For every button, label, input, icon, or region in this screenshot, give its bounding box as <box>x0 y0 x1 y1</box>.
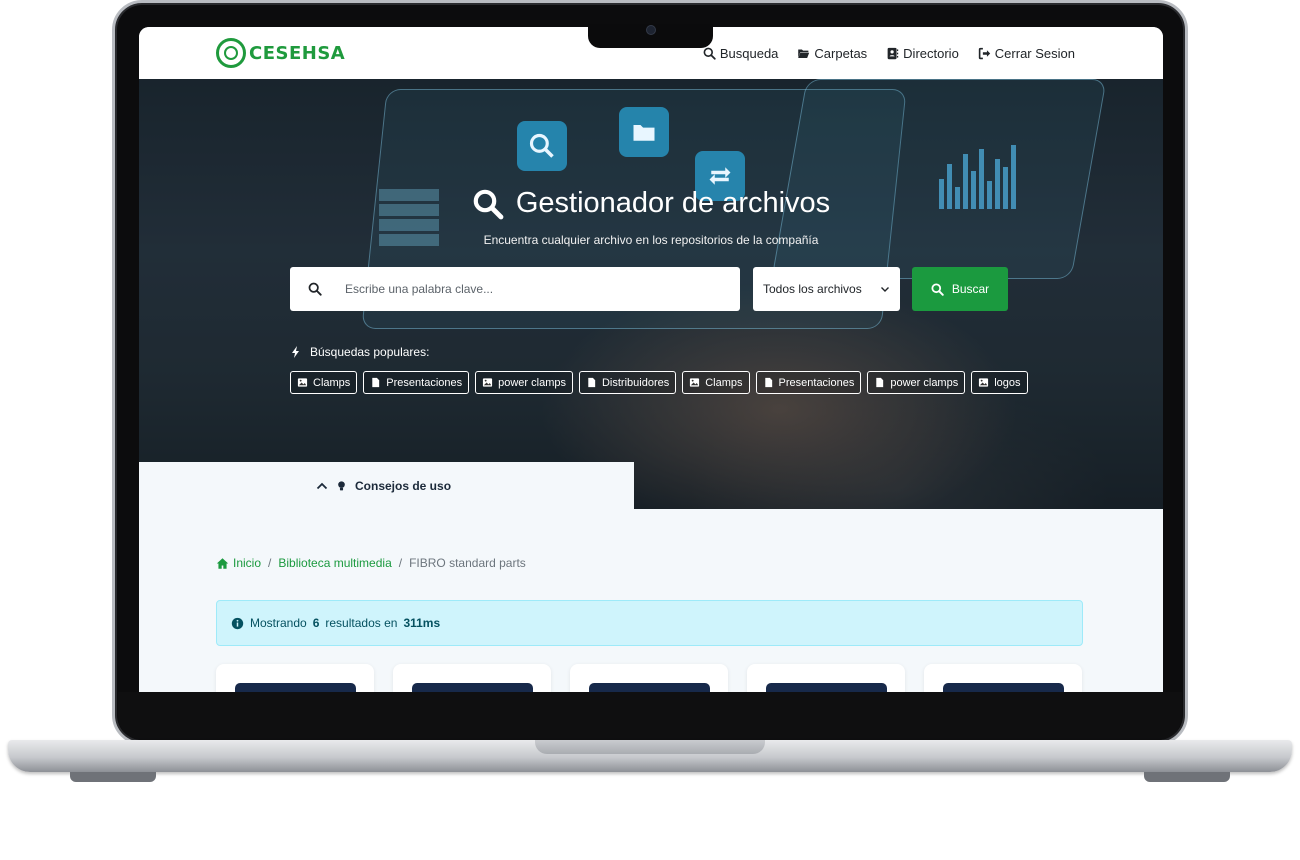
popular-chip-label: logos <box>994 376 1021 389</box>
results-middle: resultados en <box>325 616 398 630</box>
popular-chip-label: Presentaciones <box>778 376 855 389</box>
hero-banner: Gestionador de archivos Encuentra cualqu… <box>139 79 1163 509</box>
popular-searches-text: Búsquedas populares: <box>310 345 430 359</box>
result-cards <box>216 664 1082 692</box>
brand-name: CESEHSA <box>249 42 346 64</box>
result-card[interactable] <box>216 664 374 692</box>
results-prefix: Mostrando <box>250 616 307 630</box>
bolt-icon <box>292 346 299 358</box>
laptop-hinge-notch <box>535 740 765 754</box>
tips-label: Consejos de uso <box>355 478 452 493</box>
breadcrumb-separator: / <box>398 556 403 570</box>
info-circle-icon <box>231 617 244 629</box>
laptop-foot-right <box>1144 772 1230 782</box>
nav-directorio-label: Directorio <box>903 45 959 61</box>
result-card[interactable] <box>393 664 551 692</box>
popular-chips: Clamps Presentaciones power clamps Distr… <box>290 371 1028 394</box>
file-icon <box>372 377 380 388</box>
nav-cerrar-sesion-label: Cerrar Sesion <box>994 45 1075 61</box>
nav-cerrar-sesion[interactable]: Cerrar Sesion <box>978 46 1075 61</box>
popular-chip[interactable]: Clamps <box>290 371 358 394</box>
camera-icon <box>647 26 655 34</box>
hero-subtitle: Encuentra cualquier archivo en los repos… <box>483 233 819 247</box>
card-thumbnail <box>235 683 356 692</box>
search-icon <box>703 47 716 60</box>
chevron-up-icon <box>316 482 328 489</box>
laptop-mockup: CESEHSA Busqueda Carpetas Directorio Cer… <box>0 0 1300 860</box>
nav-busqueda[interactable]: Busqueda <box>703 45 779 61</box>
popular-searches-label: Búsquedas populares: <box>290 345 429 359</box>
popular-chip[interactable]: Presentaciones <box>363 371 470 394</box>
popular-chip[interactable]: Clamps <box>682 371 750 394</box>
image-icon <box>297 378 308 387</box>
address-book-icon <box>887 47 899 59</box>
result-card[interactable] <box>747 664 905 692</box>
laptop-foot-left <box>70 772 156 782</box>
file-icon <box>876 377 884 388</box>
tips-toggle[interactable]: Consejos de uso <box>139 462 634 509</box>
home-icon <box>216 557 229 569</box>
breadcrumb-separator: / <box>268 556 272 570</box>
hero-title-text: Gestionador de archivos <box>515 187 831 219</box>
popular-chip-label: Distribuidores <box>601 376 670 389</box>
hud-search-icon <box>517 121 567 171</box>
result-card[interactable] <box>924 664 1082 692</box>
nav-carpetas-label: Carpetas <box>814 45 868 61</box>
popular-chip-label: Clamps <box>705 376 743 389</box>
breadcrumb-current: FIBRO standard parts <box>409 556 526 570</box>
popular-chip-label: Presentaciones <box>386 376 463 389</box>
results-alert: Mostrando 6 resultados en 311ms <box>216 600 1083 646</box>
camera-notch <box>588 24 713 48</box>
chevron-down-icon <box>881 287 889 292</box>
card-thumbnail <box>412 683 533 692</box>
popular-chip-label: power clamps <box>890 376 959 389</box>
search-icon <box>931 282 944 296</box>
browser-screen: CESEHSA Busqueda Carpetas Directorio Cer… <box>139 27 1163 692</box>
card-thumbnail <box>589 683 710 692</box>
hud-folder-icon <box>619 107 669 157</box>
popular-chip-label: Clamps <box>313 376 351 389</box>
nav-busqueda-label: Busqueda <box>719 45 779 61</box>
popular-chip[interactable]: Presentaciones <box>755 371 862 394</box>
search-icon <box>308 282 322 296</box>
file-type-select[interactable]: Todos los archivos <box>753 267 900 311</box>
popular-chip[interactable]: power clamps <box>475 371 573 394</box>
logo-mark-icon <box>216 38 246 68</box>
file-icon <box>588 377 596 388</box>
brand-logo[interactable]: CESEHSA <box>216 38 345 68</box>
image-icon <box>483 378 493 387</box>
breadcrumb-home-label: Inicio <box>233 556 262 570</box>
image-icon <box>979 378 989 387</box>
search-box <box>290 267 740 311</box>
image-icon <box>690 378 700 387</box>
sign-out-icon <box>978 47 990 59</box>
result-card[interactable] <box>570 664 728 692</box>
laptop-bottom-bezel <box>118 692 1182 740</box>
nav-links: Busqueda Carpetas Directorio Cerrar Sesi… <box>703 27 1075 79</box>
file-type-selected: Todos los archivos <box>763 282 862 296</box>
breadcrumb: Inicio / Biblioteca multimedia / FIBRO s… <box>216 556 526 570</box>
breadcrumb-library[interactable]: Biblioteca multimedia <box>278 556 391 570</box>
search-button-label: Buscar <box>951 282 990 296</box>
card-thumbnail <box>943 683 1064 692</box>
results-count: 6 <box>312 616 320 630</box>
popular-chip[interactable]: Distribuidores <box>578 371 677 394</box>
popular-chip-label: power clamps <box>498 376 566 389</box>
breadcrumb-library-label: Biblioteca multimedia <box>278 556 392 570</box>
nav-directorio[interactable]: Directorio <box>886 46 959 61</box>
nav-carpetas[interactable]: Carpetas <box>797 46 867 61</box>
popular-chip[interactable]: logos <box>971 371 1028 394</box>
card-thumbnail <box>766 683 887 692</box>
lightbulb-icon <box>338 480 345 490</box>
search-button[interactable]: Buscar <box>912 267 1008 311</box>
breadcrumb-home[interactable]: Inicio <box>216 556 261 570</box>
hero-title: Gestionador de archivos <box>139 187 1163 220</box>
results-time: 311ms <box>403 616 441 630</box>
folder-open-icon <box>798 48 810 58</box>
file-icon <box>764 377 772 388</box>
search-icon <box>473 189 504 219</box>
popular-chip[interactable]: power clamps <box>867 371 966 394</box>
search-input[interactable] <box>345 282 705 296</box>
